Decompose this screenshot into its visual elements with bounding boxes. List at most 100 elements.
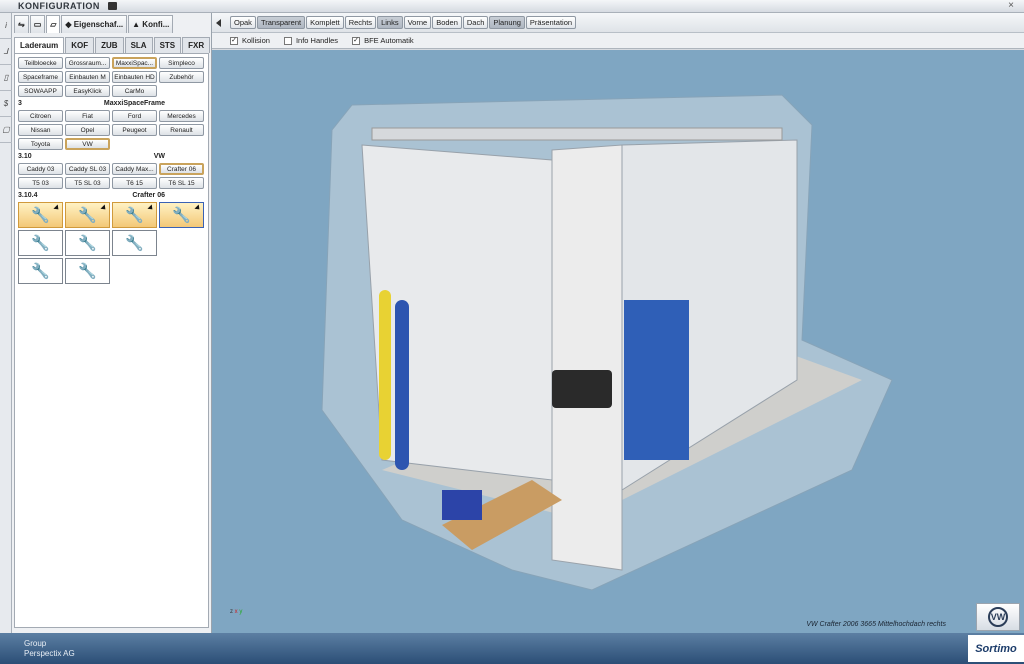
tool-orange-4[interactable]: 🔧: [159, 202, 204, 228]
btn-vorne[interactable]: Vorne: [403, 16, 432, 29]
tab-conflicts[interactable]: ▲ Konfi...: [128, 15, 174, 33]
checkbox-kollision[interactable]: ✓ Kollision: [230, 36, 270, 45]
tool-orange-2[interactable]: 🔧: [65, 202, 110, 228]
close-icon[interactable]: ×: [1008, 0, 1014, 11]
page-icon[interactable]: ▢: [0, 117, 12, 143]
btn-ford[interactable]: Ford: [112, 110, 157, 122]
btn-planung[interactable]: Planung: [489, 16, 525, 29]
gas-bottle-yellow: [379, 290, 391, 460]
btn-citroen[interactable]: Citroen: [18, 110, 63, 122]
warning-icon: ▲: [132, 20, 143, 29]
config-panel: ⇋ ▭ ▱ ◆ Eigenschaf... ▲ Konfi... Laderau…: [12, 13, 212, 633]
wrench-icon: 🔧: [125, 235, 144, 252]
tab-properties[interactable]: ◆ Eigenschaf...: [61, 15, 128, 33]
side-tab-strip: i ⅃ ▯ $ ▢: [0, 13, 12, 633]
title-bar: KONFIGURATION ×: [0, 0, 1024, 13]
subtab-sla[interactable]: SLA: [124, 37, 153, 53]
btn-t5-sl-03[interactable]: T5 SL 03: [65, 177, 110, 189]
btn-einbauten-m[interactable]: Einbauten M: [65, 71, 110, 83]
btn-renault[interactable]: Renault: [159, 124, 204, 136]
gas-bottle-blue: [395, 300, 409, 470]
btn-sowaapp[interactable]: SOWAAPP: [18, 85, 63, 97]
btn-einbauten-hd[interactable]: Einbauten HD: [112, 71, 157, 83]
btn-dach[interactable]: Dach: [462, 16, 489, 29]
tab-van[interactable]: ⇋: [14, 15, 29, 33]
btn-vw[interactable]: VW: [65, 138, 110, 150]
btn-maxxispace[interactable]: MaxxiSpac...: [112, 57, 157, 69]
btn-opel[interactable]: Opel: [65, 124, 110, 136]
cursor-icon: [53, 204, 61, 212]
btn-transparent[interactable]: Transparent: [256, 16, 306, 29]
wrench-icon: 🔧: [78, 235, 97, 252]
tag-icon: ◆: [65, 20, 74, 29]
info-icon[interactable]: i: [0, 13, 12, 39]
btn-spaceframe[interactable]: Spaceframe: [18, 71, 63, 83]
btn-simpleco[interactable]: Simpleco: [159, 57, 204, 69]
btn-caddy-03[interactable]: Caddy 03: [18, 163, 63, 175]
wrench-icon: 🔧: [31, 207, 50, 224]
wrench-icon: 🔧: [172, 207, 191, 224]
section-header: 3.10 VW: [18, 153, 165, 160]
checkbox-bfe-automatik[interactable]: ✓ BFE Automatik: [352, 36, 414, 45]
chart-icon[interactable]: ⅃: [0, 39, 12, 65]
tool-orange-1[interactable]: 🔧: [18, 202, 63, 228]
option-bar: ✓ Kollision Info Handles ✓ BFE Automatik: [212, 33, 1024, 49]
btn-nissan[interactable]: Nissan: [18, 124, 63, 136]
van-render: [321, 94, 893, 591]
subtab-zub[interactable]: ZUB: [95, 37, 124, 53]
btn-zubehoer[interactable]: Zubehör: [159, 71, 204, 83]
btn-fiat[interactable]: Fiat: [65, 110, 110, 122]
btn-komplett[interactable]: Komplett: [306, 16, 344, 29]
tool-case: [552, 370, 612, 408]
btn-toyota[interactable]: Toyota: [18, 138, 63, 150]
save-icon[interactable]: [107, 2, 117, 10]
back-arrow-icon[interactable]: [216, 18, 221, 27]
btn-t5-03[interactable]: T5 03: [18, 177, 63, 189]
btn-caddy-max[interactable]: Caddy Max...: [112, 163, 157, 175]
btn-boden[interactable]: Boden: [432, 16, 462, 29]
btn-t6-15[interactable]: T6 15: [112, 177, 157, 189]
btn-links[interactable]: Links: [377, 16, 403, 29]
vw-logo: VW: [976, 603, 1020, 631]
tool-red-2[interactable]: 🔧: [65, 230, 110, 256]
view-toolbar: Opak Transparent Komplett Rechts Links V…: [212, 13, 1024, 33]
btn-mercedes[interactable]: Mercedes: [159, 110, 204, 122]
btn-opak[interactable]: Opak: [230, 16, 256, 29]
btn-carmo[interactable]: CarMo: [112, 85, 157, 97]
window-title: KONFIGURATION: [18, 1, 100, 11]
3d-viewport[interactable]: z x y VW Crafter 2006 3665 Mittelhochdac…: [212, 50, 1024, 633]
tool-green-1[interactable]: 🔧: [18, 258, 63, 284]
btn-t6-sl-15[interactable]: T6 SL 15: [159, 177, 204, 189]
blue-drawers: [624, 300, 689, 460]
subtab-kof[interactable]: KOF: [65, 37, 95, 53]
btn-grossraum[interactable]: Grossraum...: [65, 57, 110, 69]
tool-red-3[interactable]: 🔧: [112, 230, 157, 256]
btn-rechts[interactable]: Rechts: [344, 16, 377, 29]
tab-truck[interactable]: ▭: [29, 15, 46, 33]
status-company: Perspectix AG: [24, 649, 75, 658]
section-header: 3.10.4 Crafter 06: [18, 192, 165, 199]
button-area: Teilbloecke Grossraum... MaxxiSpac... Si…: [14, 53, 209, 628]
status-bar: Group Perspectix AG Sortimo: [0, 633, 1024, 664]
top-rail: [371, 127, 783, 141]
tool-red-1[interactable]: 🔧: [18, 230, 63, 256]
checkbox-info-handles[interactable]: Info Handles: [283, 36, 338, 45]
subtab-fxr[interactable]: FXR: [182, 37, 211, 53]
btn-praesentation[interactable]: Präsentation: [525, 16, 577, 29]
cursor-icon: [194, 204, 202, 212]
subtab-sts[interactable]: STS: [153, 37, 182, 53]
btn-teilbloecke[interactable]: Teilbloecke: [18, 57, 63, 69]
tool-orange-3[interactable]: 🔧: [112, 202, 157, 228]
axis-gizmo: z x y: [230, 609, 243, 615]
btn-crafter-06[interactable]: Crafter 06: [159, 163, 204, 175]
subtab-laderaum[interactable]: Laderaum: [14, 37, 65, 53]
chip-icon[interactable]: ▯: [0, 65, 12, 91]
btn-caddy-sl-03[interactable]: Caddy SL 03: [65, 163, 110, 175]
tab-cargo[interactable]: ▱: [46, 15, 61, 33]
dollar-icon[interactable]: $: [0, 91, 12, 117]
wrench-icon: 🔧: [125, 207, 144, 224]
tool-green-2[interactable]: 🔧: [65, 258, 110, 284]
btn-easyklick[interactable]: EasyKlick: [65, 85, 110, 97]
vise: [442, 490, 482, 520]
btn-peugeot[interactable]: Peugeot: [112, 124, 157, 136]
